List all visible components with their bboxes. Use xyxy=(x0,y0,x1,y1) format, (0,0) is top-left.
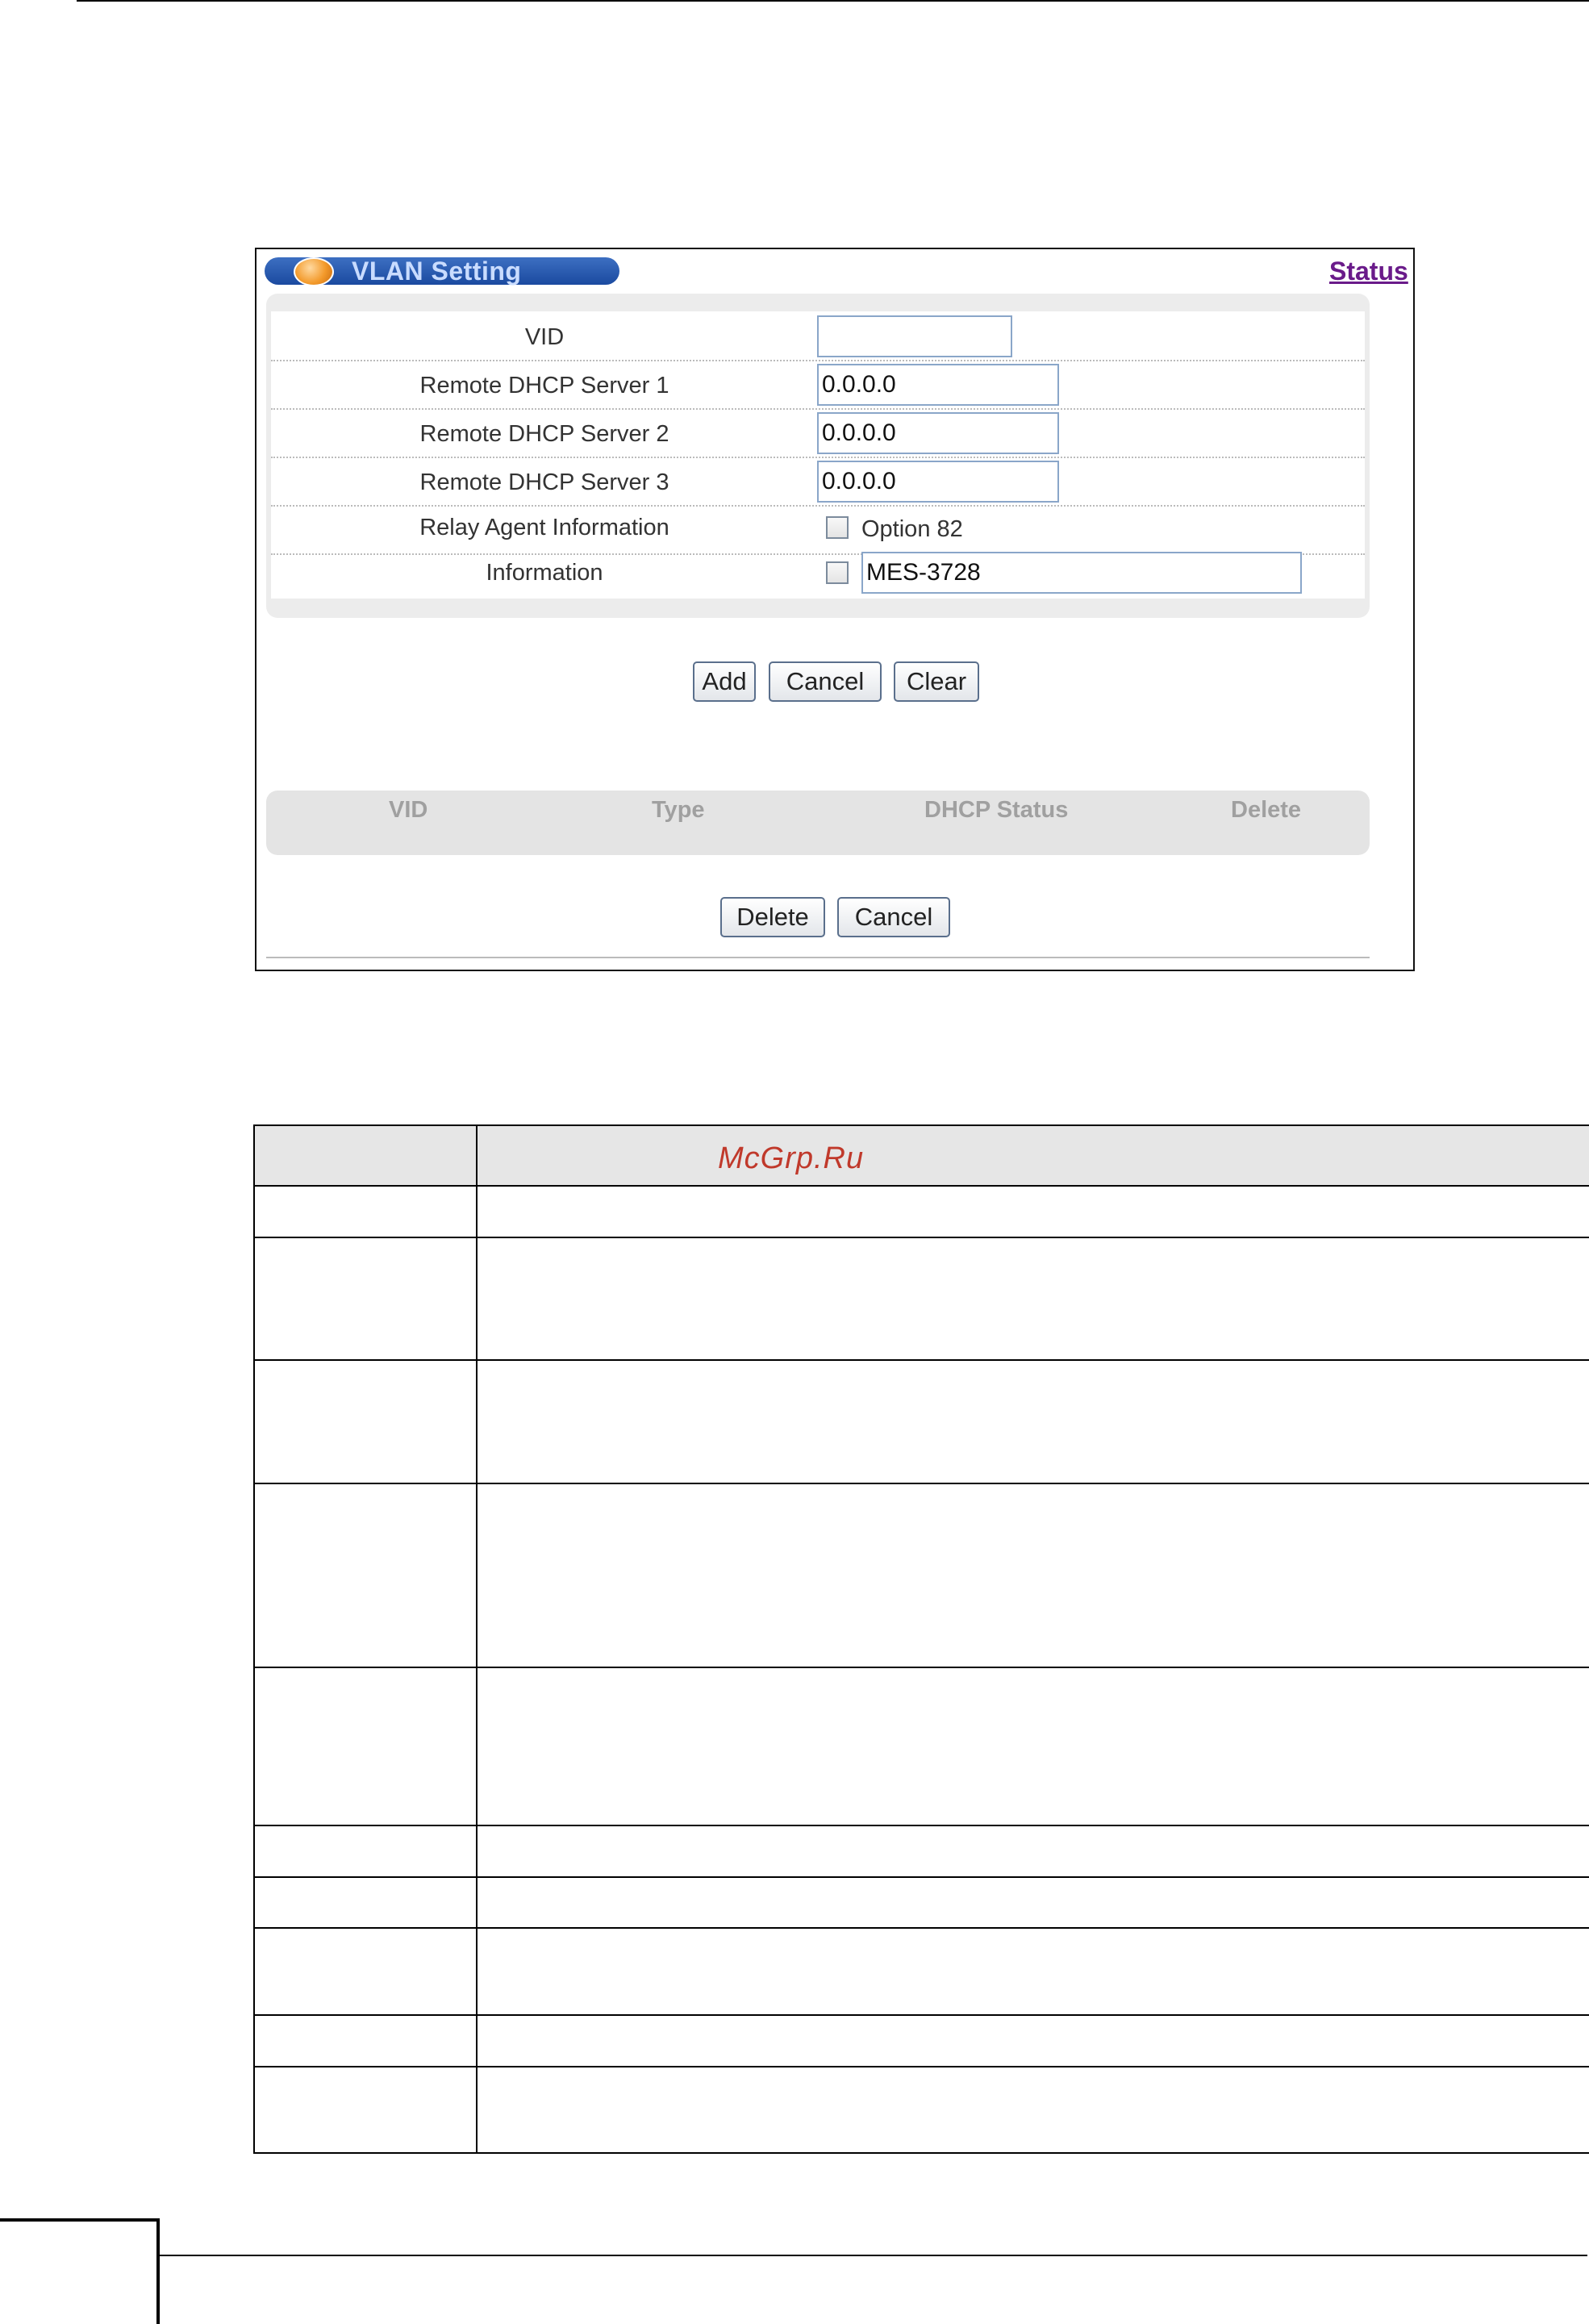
table-line xyxy=(253,1667,1589,1668)
delete-button[interactable]: Delete xyxy=(720,897,825,937)
column-vid: VID xyxy=(389,797,428,823)
page-top-rule xyxy=(77,0,1589,2)
column-dhcp-status: DHCP Status xyxy=(924,797,1069,823)
table-line xyxy=(253,2152,1589,2154)
panel-bottom-rule xyxy=(266,957,1370,958)
dhcp-server-1-input[interactable] xyxy=(817,364,1059,406)
page-number-box xyxy=(0,2218,160,2324)
orb-icon xyxy=(294,257,334,286)
table-line xyxy=(253,1237,1589,1238)
table-header xyxy=(253,1124,1589,1186)
vid-label: VID xyxy=(524,324,565,350)
column-type: Type xyxy=(652,797,705,823)
information-checkbox[interactable] xyxy=(826,561,849,584)
clear-button[interactable]: Clear xyxy=(894,661,979,702)
table-line xyxy=(253,1825,1589,1826)
option82-label: Option 82 xyxy=(861,516,963,542)
table-column-divider xyxy=(476,1124,478,2154)
table-line xyxy=(253,2066,1589,2067)
cancel-button[interactable]: Cancel xyxy=(769,661,882,702)
relay-agent-label: Relay Agent Information xyxy=(419,515,669,540)
table-line xyxy=(253,1359,1589,1361)
dhcp-server-1-label: Remote DHCP Server 1 xyxy=(419,373,669,398)
option82-checkbox[interactable] xyxy=(826,516,849,539)
table-line xyxy=(253,1185,1589,1187)
table-line xyxy=(253,1483,1589,1484)
footer-rule xyxy=(160,2255,1587,2256)
table-line xyxy=(253,2014,1589,2016)
dhcp-server-3-input[interactable] xyxy=(817,461,1059,503)
information-label: Information xyxy=(486,560,603,586)
vlan-list-header xyxy=(266,791,1370,855)
information-input[interactable] xyxy=(861,552,1302,594)
vid-input[interactable] xyxy=(817,315,1012,357)
table-line xyxy=(253,1124,1589,1126)
dhcp-server-3-label: Remote DHCP Server 3 xyxy=(419,469,669,495)
add-button[interactable]: Add xyxy=(693,661,756,702)
status-link[interactable]: Status xyxy=(1329,257,1408,286)
table-border-left xyxy=(253,1124,255,2154)
dhcp-server-2-input[interactable] xyxy=(817,412,1059,454)
dhcp-server-2-label: Remote DHCP Server 2 xyxy=(419,421,669,447)
cancel-delete-button[interactable]: Cancel xyxy=(837,897,950,937)
table-line xyxy=(253,1927,1589,1929)
watermark: McGrp.Ru xyxy=(718,1141,865,1175)
table-line xyxy=(253,1876,1589,1878)
column-delete: Delete xyxy=(1231,797,1302,823)
panel-title: VLAN Setting xyxy=(352,257,522,286)
